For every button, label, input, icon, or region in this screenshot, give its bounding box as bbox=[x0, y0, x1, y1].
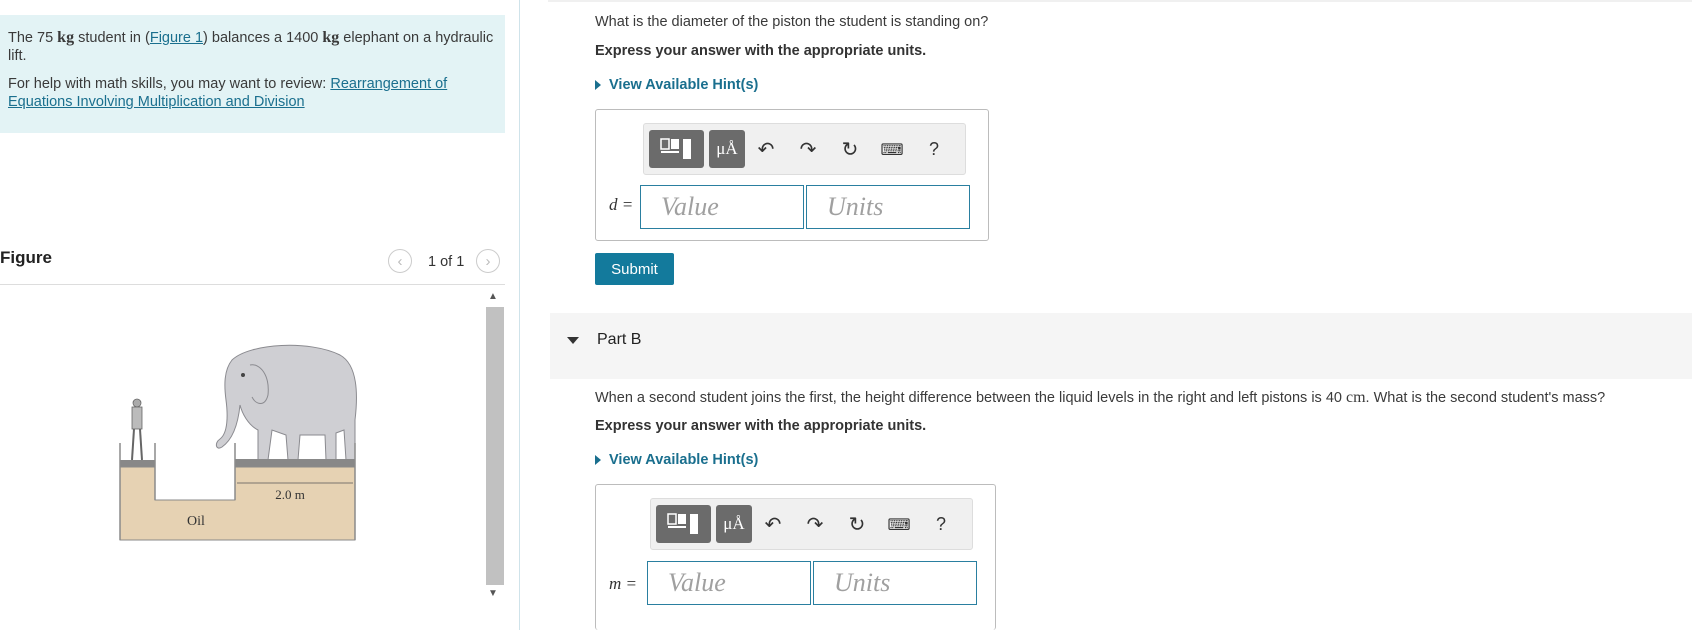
part-a-answer-box: μÅ ↶ ↷ ↻ ⌨ ? d = Value Units bbox=[595, 109, 989, 241]
part-a-instruction: Express your answer with the appropriate… bbox=[595, 43, 927, 59]
part-b-hint-label: View Available Hint(s) bbox=[609, 452, 759, 468]
help-icon: ? bbox=[935, 513, 946, 534]
part-b-title: Part B bbox=[597, 331, 642, 348]
mu-angstrom-icon: μÅ bbox=[716, 139, 738, 158]
figure-divider bbox=[0, 284, 505, 285]
part-b-header[interactable] bbox=[550, 313, 1692, 379]
part-b-hint-toggle[interactable]: View Available Hint(s) bbox=[595, 452, 758, 468]
templates-icon bbox=[659, 138, 691, 159]
chevron-left-icon: ‹ bbox=[397, 252, 403, 270]
part-a-question: What is the diameter of the piston the s… bbox=[595, 14, 989, 30]
figure-link[interactable]: Figure 1 bbox=[150, 30, 203, 46]
figure-scrollbar[interactable] bbox=[486, 307, 504, 585]
reset-icon: ↻ bbox=[848, 513, 866, 536]
templates-button[interactable] bbox=[649, 130, 704, 168]
units-button[interactable]: μÅ bbox=[716, 505, 752, 543]
part-b-question: When a second student joins the first, t… bbox=[595, 389, 1606, 406]
redo-icon: ↷ bbox=[806, 513, 824, 536]
scroll-down-arrow[interactable]: ▼ bbox=[488, 588, 498, 599]
chevron-right-icon: › bbox=[485, 252, 491, 270]
help-text: For help with math skills, you may want … bbox=[8, 76, 448, 110]
elephant-illustration bbox=[215, 344, 357, 461]
part-b-instruction: Express your answer with the appropriate… bbox=[595, 418, 927, 434]
figure-prev-button[interactable]: ‹ bbox=[388, 249, 412, 273]
part-b-units-input[interactable]: Units bbox=[813, 561, 977, 605]
student-illustration bbox=[131, 398, 143, 461]
templates-button[interactable] bbox=[656, 505, 711, 543]
caret-right-icon bbox=[595, 455, 601, 465]
redo-button[interactable]: ↷ bbox=[787, 137, 829, 162]
figure-title: Figure bbox=[0, 248, 52, 267]
fluid-label: Oil bbox=[187, 514, 205, 529]
undo-button[interactable]: ↶ bbox=[752, 512, 794, 537]
part-a-units-input[interactable]: Units bbox=[806, 185, 970, 229]
top-border bbox=[548, 0, 1692, 2]
part-a-hint-toggle[interactable]: View Available Hint(s) bbox=[595, 77, 758, 93]
figure-next-button[interactable]: › bbox=[476, 249, 500, 273]
caret-right-icon bbox=[595, 80, 601, 90]
part-a-variable-label: d = bbox=[609, 195, 634, 214]
problem-statement: The 75 kg student in (Figure 1) balances… bbox=[8, 29, 494, 64]
part-b-variable-label: m = bbox=[609, 574, 637, 593]
reset-button[interactable]: ↻ bbox=[836, 512, 878, 537]
part-b-value-input[interactable]: Value bbox=[647, 561, 811, 605]
problem-intro: The 75 kg student in (Figure 1) balances… bbox=[0, 15, 505, 133]
undo-button[interactable]: ↶ bbox=[745, 137, 787, 162]
part-a-value-input[interactable]: Value bbox=[640, 185, 804, 229]
help-button[interactable]: ? bbox=[913, 138, 955, 161]
help-button[interactable]: ? bbox=[920, 513, 962, 536]
keyboard-icon: ⌨ bbox=[887, 516, 911, 534]
mu-angstrom-icon: μÅ bbox=[723, 514, 745, 533]
keyboard-button[interactable]: ⌨ bbox=[871, 138, 913, 161]
redo-button[interactable]: ↷ bbox=[794, 512, 836, 537]
figure-pager: 1 of 1 bbox=[428, 254, 465, 270]
help-icon: ? bbox=[928, 138, 939, 159]
undo-icon: ↶ bbox=[764, 513, 782, 536]
templates-icon bbox=[666, 513, 698, 534]
units-button[interactable]: μÅ bbox=[709, 130, 745, 168]
reset-icon: ↻ bbox=[841, 138, 859, 161]
caret-down-icon[interactable] bbox=[567, 337, 579, 344]
part-a-hint-label: View Available Hint(s) bbox=[609, 77, 759, 93]
redo-icon: ↷ bbox=[799, 138, 817, 161]
reset-button[interactable]: ↻ bbox=[829, 137, 871, 162]
scroll-up-arrow[interactable]: ▲ bbox=[488, 291, 498, 302]
part-b-toolbar: μÅ ↶ ↷ ↻ ⌨ ? bbox=[650, 498, 973, 550]
keyboard-button[interactable]: ⌨ bbox=[878, 513, 920, 536]
keyboard-icon: ⌨ bbox=[880, 141, 904, 159]
part-a-toolbar: μÅ ↶ ↷ ↻ ⌨ ? bbox=[643, 123, 966, 175]
submit-button[interactable]: Submit bbox=[595, 253, 674, 285]
part-b-answer-box: μÅ ↶ ↷ ↻ ⌨ ? m = Value Units bbox=[595, 484, 996, 630]
dimension-label: 2.0 m bbox=[275, 487, 305, 502]
hydraulic-lift-figure: 2.0 m Oil bbox=[119, 344, 357, 541]
undo-icon: ↶ bbox=[757, 138, 775, 161]
panel-divider bbox=[519, 0, 520, 630]
